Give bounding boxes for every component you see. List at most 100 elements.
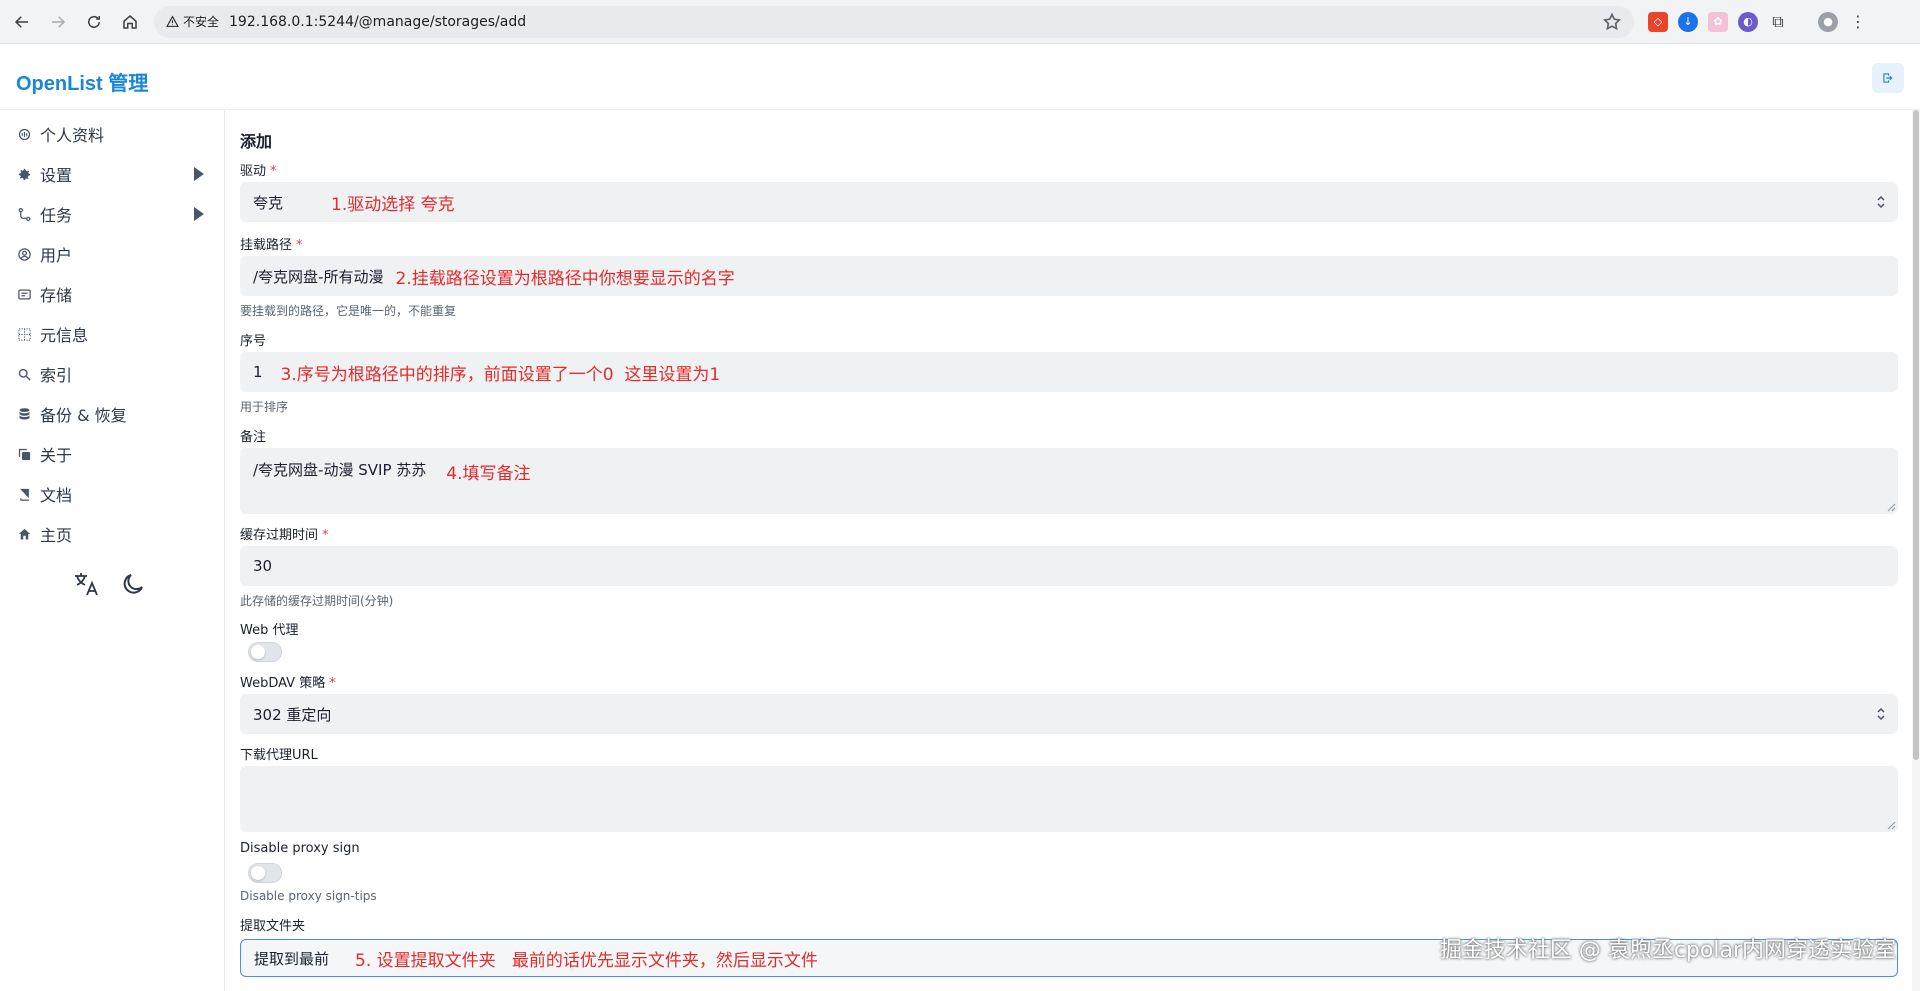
book-icon xyxy=(16,486,32,502)
order-label-text: 序号 xyxy=(240,334,267,349)
driver-value: 夸克 xyxy=(253,193,284,212)
annotation-2: 2.挂载路径设置为根路径中你想要显示的名字 xyxy=(395,268,735,289)
driver-label: 驱动 * xyxy=(240,160,277,179)
browser-menu-icon[interactable]: ⋮ xyxy=(1848,12,1868,32)
profile-avatar[interactable]: ● xyxy=(1818,11,1838,32)
order-input[interactable]: 1 3.序号为根路径中的排序，前面设置了一个0 这里设置为1 xyxy=(240,352,1898,392)
sidebar-item-about[interactable]: 关于 xyxy=(0,436,224,472)
download-proxy-url-label: 下载代理URL xyxy=(240,748,318,763)
web-proxy-toggle[interactable] xyxy=(248,642,282,662)
driver-label-text: 驱动 xyxy=(240,164,267,179)
required-mark: * xyxy=(270,164,277,179)
sidebar-item-docs[interactable]: 文档 xyxy=(0,476,224,512)
forward-button[interactable] xyxy=(44,8,72,36)
sidebar-item-meta[interactable]: 元信息 xyxy=(0,316,224,352)
user-circle-icon xyxy=(16,246,32,262)
sidebar-item-label: 文档 xyxy=(40,486,73,505)
storage-icon xyxy=(16,286,32,302)
brand-title[interactable]: OpenList 管理 xyxy=(16,67,148,96)
home-button[interactable] xyxy=(116,8,144,36)
remark-label: 备注 xyxy=(240,426,266,445)
logout-icon xyxy=(1883,73,1893,83)
extensions-puzzle-icon[interactable]: ⧉ xyxy=(1768,12,1788,32)
select-updown-icon xyxy=(1877,707,1885,721)
page-title: 添加 xyxy=(240,132,273,151)
annotation-3: 3.序号为根路径中的排序，前面设置了一个0 这里设置为1 xyxy=(280,364,721,385)
toggle-knob xyxy=(251,866,265,880)
sidebar-item-home[interactable]: 主页 xyxy=(0,516,224,552)
remark-textarea[interactable]: /夸克网盘-动漫 SVIP 苏苏 4.填写备注 xyxy=(240,448,1898,514)
expand-arrow-icon[interactable] xyxy=(194,207,204,221)
url-text[interactable]: 192.168.0.1:5244/@manage/storages/add xyxy=(229,14,526,30)
fingerprint-icon xyxy=(16,126,32,142)
sidebar-item-label: 设置 xyxy=(40,166,73,185)
address-bar[interactable]: 不安全 192.168.0.1:5244/@manage/storages/ad… xyxy=(154,5,1634,38)
disable-proxy-sign-toggle[interactable] xyxy=(248,863,282,883)
cache-expiration-input[interactable]: 30 xyxy=(240,546,1898,586)
cache-expiration-help: 此存储的缓存过期时间(分钟) xyxy=(240,594,394,608)
cache-expiration-value: 30 xyxy=(253,557,273,575)
sidebar-item-tasks[interactable]: 任务 xyxy=(0,196,224,232)
sidebar-item-label: 主页 xyxy=(40,526,73,545)
webdav-policy-select[interactable]: 302 重定向 xyxy=(240,694,1898,734)
order-value: 1 xyxy=(253,363,263,381)
extract-folder-label: 提取文件夹 xyxy=(240,919,306,934)
sidebar-item-storage[interactable]: 存储 xyxy=(0,276,224,312)
order-label: 序号 xyxy=(240,330,266,349)
back-button[interactable] xyxy=(8,8,36,36)
sidebar-item-label: 备份 & 恢复 xyxy=(40,406,127,425)
remark-label-text: 备注 xyxy=(240,430,267,445)
extract-folder-value: 提取到最前 xyxy=(254,949,330,968)
sidebar-item-index[interactable]: 索引 xyxy=(0,356,224,392)
required-mark: * xyxy=(329,676,336,691)
driver-select[interactable]: 夸克 1.驱动选择 夸克 xyxy=(240,182,1898,222)
main-scrollbar[interactable] xyxy=(1912,110,1920,991)
sidebar-item-profile[interactable]: 个人资料 xyxy=(0,116,224,152)
required-mark: * xyxy=(296,238,303,253)
extension-icon-4[interactable]: ◐ xyxy=(1738,11,1758,32)
disable-proxy-sign-label: Disable proxy sign xyxy=(240,841,360,856)
select-updown-icon xyxy=(1877,195,1885,209)
sidebar-tools xyxy=(72,570,148,598)
app-header: OpenList 管理 xyxy=(0,45,1920,110)
sidebar-item-backup[interactable]: 备份 & 恢复 xyxy=(0,396,224,432)
expand-arrow-icon[interactable] xyxy=(194,167,204,181)
mount-path-label-text: 挂载路径 xyxy=(240,238,293,253)
web-proxy-label: Web 代理 xyxy=(240,623,299,638)
reload-button[interactable] xyxy=(80,8,108,36)
sidebar-item-label: 个人资料 xyxy=(40,126,105,145)
translate-icon[interactable] xyxy=(72,570,100,598)
search-icon xyxy=(16,366,32,382)
main-content: 添加 驱动 * 夸克 1.驱动选择 夸克 挂载路径 * /夸克网盘-所有动漫 2.挂… xyxy=(226,110,1920,991)
cache-expiration-label: 缓存过期时间 * xyxy=(240,524,329,543)
dark-mode-moon-icon[interactable] xyxy=(120,570,148,598)
sidebar-item-settings[interactable]: 设置 xyxy=(0,156,224,192)
disable-proxy-sign-help: Disable proxy sign-tips xyxy=(240,889,377,903)
bookmark-star-icon[interactable] xyxy=(1602,12,1622,32)
annotation-5: 5. 设置提取文件夹 最前的话优先显示文件夹，然后显示文件 xyxy=(355,950,818,971)
extension-icon-1[interactable]: ◇ xyxy=(1648,11,1668,32)
sidebar-item-label: 元信息 xyxy=(40,326,89,345)
download-proxy-url-textarea[interactable] xyxy=(240,766,1898,832)
sidebar-item-users[interactable]: 用户 xyxy=(0,236,224,272)
mount-path-help: 要挂载到的路径，它是唯一的，不能重复 xyxy=(240,304,457,318)
database-icon xyxy=(16,406,32,422)
required-mark: * xyxy=(322,528,329,543)
mount-path-input[interactable]: /夸克网盘-所有动漫 2.挂载路径设置为根路径中你想要显示的名字 xyxy=(240,256,1898,296)
meta-icon xyxy=(16,326,32,342)
webdav-policy-label-text: WebDAV 策略 xyxy=(240,676,326,691)
sidebar-item-label: 关于 xyxy=(40,446,73,465)
resize-handle-icon[interactable] xyxy=(1886,502,1896,512)
sidebar-item-label: 存储 xyxy=(40,286,73,305)
workflow-icon xyxy=(16,206,32,222)
extension-icon-2[interactable]: ↓ xyxy=(1678,11,1698,32)
insecure-indicator[interactable]: 不安全 xyxy=(166,13,229,30)
resize-handle-icon[interactable] xyxy=(1886,820,1896,830)
webdav-policy-value: 302 重定向 xyxy=(253,705,332,724)
logout-button[interactable] xyxy=(1872,63,1904,93)
extension-icon-3[interactable]: ✿ xyxy=(1708,11,1728,32)
scrollbar-thumb[interactable] xyxy=(1913,110,1919,760)
mount-path-label: 挂载路径 * xyxy=(240,234,303,253)
browser-toolbar: 不安全 192.168.0.1:5244/@manage/storages/ad… xyxy=(0,0,1920,44)
mount-path-value: /夸克网盘-所有动漫 xyxy=(253,267,384,286)
